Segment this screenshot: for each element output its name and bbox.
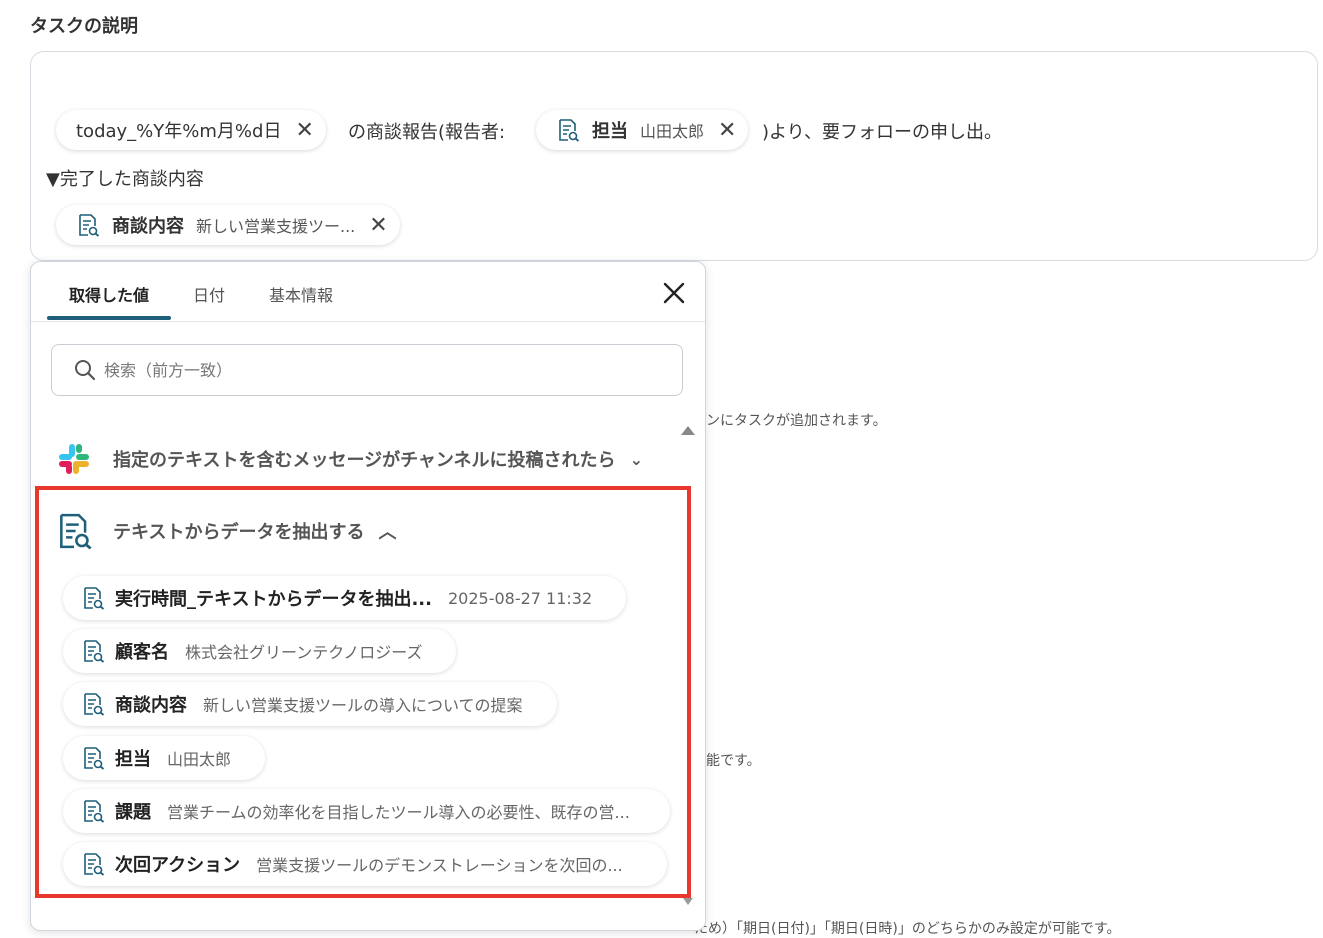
assignee-pill-label: 担当 <box>592 121 628 142</box>
description-text-1: の商談報告(報告者: <box>348 122 506 143</box>
chevron-up-icon: ︿ <box>378 522 397 543</box>
variable-item[interactable]: 次回アクション 営業支援ツールのデモンストレーションを次回の... <box>63 842 667 886</box>
search-input[interactable] <box>102 359 626 381</box>
active-tab-indicator <box>47 316 171 320</box>
tab-basic-info[interactable]: 基本情報 <box>269 282 333 306</box>
variable-item-value: 新しい営業支援ツールの導入についての提案 <box>203 696 523 715</box>
variable-item-value: 株式会社グリーンテクノロジーズ <box>185 643 423 662</box>
scroll-up-arrow[interactable] <box>681 426 695 435</box>
group-extract-data[interactable]: テキストからデータを抽出する ︿ <box>55 512 396 550</box>
remove-deal-pill-icon[interactable]: ✕ <box>369 213 387 238</box>
variable-item[interactable]: 課題 営業チームの効率化を目指したツール導入の必要性、既存の営... <box>63 789 670 833</box>
section-title: タスクの説明 <box>30 16 138 37</box>
deal-pill-label: 商談内容 <box>112 216 184 237</box>
variable-item-label: 次回アクション <box>115 855 241 876</box>
variable-item-value: 2025-08-27 11:32 <box>447 588 593 608</box>
description-line-2: ▼完了した商談内容 <box>46 169 204 190</box>
group-extract-title: テキストからデータを抽出する <box>113 522 365 543</box>
variable-picker-popover: 取得した値 日付 基本情報 指定のテキストを含むメッセージがチャンネルに投稿され… <box>30 261 706 931</box>
group-slack-title: 指定のテキストを含むメッセージがチャンネルに投稿されたら <box>113 450 616 471</box>
variable-item-label: 実行時間_テキストからデータを抽出... <box>115 589 432 610</box>
variable-item[interactable]: 商談内容 新しい営業支援ツールの導入についての提案 <box>63 682 557 726</box>
remove-date-pill-icon[interactable]: ✕ <box>295 118 313 143</box>
variable-item-label: 商談内容 <box>115 695 187 716</box>
tab-bar: 取得した値 日付 基本情報 <box>31 262 705 322</box>
chevron-down-icon: ⌄ <box>629 449 643 469</box>
document-search-icon <box>81 692 105 716</box>
variable-item-value: 山田太郎 <box>167 750 232 769</box>
document-search-icon <box>81 852 105 876</box>
assignee-variable-pill[interactable]: 担当 山田太郎 ✕ <box>536 110 749 150</box>
variable-item-value: 営業支援ツールのデモンストレーションを次回の... <box>256 856 623 875</box>
search-icon <box>75 360 96 381</box>
remove-assignee-pill-icon[interactable]: ✕ <box>718 118 736 143</box>
variable-item[interactable]: 実行時間_テキストからデータを抽出... 2025-08-27 11:32 <box>63 576 627 620</box>
document-search-icon <box>556 118 580 142</box>
variable-item[interactable]: 担当 山田太郎 <box>63 736 266 780</box>
document-search-icon <box>81 639 105 663</box>
variable-item-value: 営業チームの効率化を目指したツール導入の必要性、既存の営... <box>167 803 630 822</box>
variable-item-label: 担当 <box>115 749 151 770</box>
scroll-down-arrow[interactable] <box>683 898 693 905</box>
background-hint-1: ンにタスクが追加されます。 <box>706 413 887 429</box>
description-text-2: )より、要フォローの申し出。 <box>762 122 1002 143</box>
variable-item[interactable]: 顧客名 株式会社グリーンテクノロジーズ <box>63 629 457 673</box>
date-pill-text: today_%Y年%m月%d日 <box>76 121 282 142</box>
variable-item-label: 課題 <box>115 802 151 823</box>
close-icon[interactable] <box>661 280 687 306</box>
date-variable-pill[interactable]: today_%Y年%m月%d日 ✕ <box>56 110 326 150</box>
background-hint-2: 能です。 <box>706 753 761 769</box>
document-search-icon <box>81 799 105 823</box>
document-search-icon <box>55 512 93 550</box>
document-search-icon <box>81 746 105 770</box>
search-box <box>51 344 683 396</box>
slack-icon <box>59 444 89 474</box>
document-search-icon <box>81 586 105 610</box>
group-slack-trigger[interactable]: 指定のテキストを含むメッセージがチャンネルに投稿されたら ⌄ <box>57 442 643 476</box>
document-search-icon <box>76 213 100 237</box>
background-hint-3: ため）「期日(日付)」「期日(日時)」のどちらかのみ設定が可能です。 <box>694 921 1121 937</box>
assignee-pill-value: 山田太郎 <box>640 122 705 141</box>
tab-acquired-values[interactable]: 取得した値 <box>69 282 149 306</box>
deal-pill-value: 新しい営業支援ツー... <box>196 217 356 236</box>
variable-item-label: 顧客名 <box>115 642 169 663</box>
tab-date[interactable]: 日付 <box>193 282 225 306</box>
deal-variable-pill[interactable]: 商談内容 新しい営業支援ツー... ✕ <box>56 205 400 245</box>
